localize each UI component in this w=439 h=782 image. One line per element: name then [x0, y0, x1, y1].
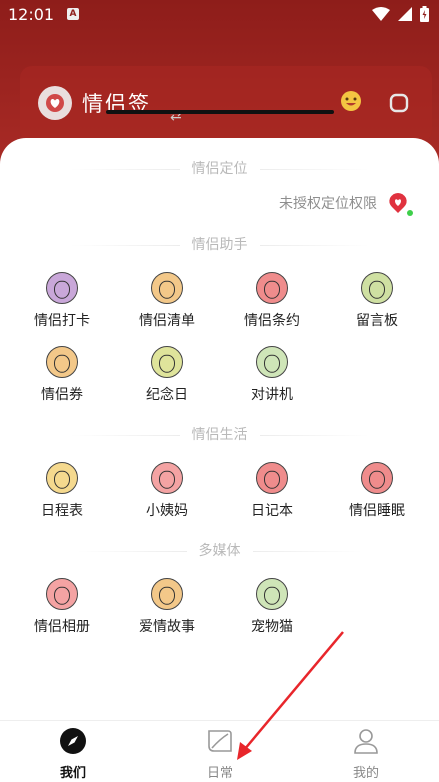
tile-label: 情侣条约: [244, 313, 300, 329]
tile-love-story[interactable]: 爱情故事: [117, 578, 217, 636]
pineapple-icon: [151, 578, 183, 610]
tile-sleep[interactable]: 情侣睡眠: [327, 462, 427, 520]
tile-label: 情侣打卡: [34, 313, 90, 329]
signal-icon: [398, 7, 412, 21]
tile-coupon[interactable]: 情侣券: [12, 346, 112, 404]
tomato-icon: [361, 462, 393, 494]
location-row[interactable]: 未授权定位权限: [279, 192, 413, 216]
emoji-icon[interactable]: [339, 89, 363, 113]
tile-label: 情侣睡眠: [349, 503, 405, 519]
section-title-life: 情侣生活: [0, 424, 439, 444]
app-logo: [38, 86, 72, 120]
watermelon-icon: [256, 578, 288, 610]
status-bar: 12:01 A: [0, 0, 439, 30]
status-icons: [372, 6, 429, 22]
section-title-location: 情侣定位: [0, 158, 439, 178]
tile-label: 爱情故事: [139, 619, 195, 635]
tile-treaty[interactable]: 情侣条约: [222, 272, 322, 330]
tile-period[interactable]: 小姨妈: [117, 462, 217, 520]
tile-label: 宠物猫: [251, 619, 293, 635]
tomato-icon: [256, 272, 288, 304]
pear-icon: [361, 272, 393, 304]
cabbage-icon: [256, 346, 288, 378]
nav-label: 我的: [352, 766, 379, 781]
tile-label: 纪念日: [146, 387, 188, 403]
lemon-icon: [151, 346, 183, 378]
nav-item-us[interactable]: 我们: [23, 727, 123, 781]
carrot-icon: [46, 462, 78, 494]
tile-label: 情侣券: [41, 387, 83, 403]
user-icon: [354, 729, 378, 754]
tile-label: 日记本: [251, 503, 293, 519]
tile-label: 情侣相册: [34, 619, 90, 635]
strawberry-icon: [46, 578, 78, 610]
apple-icon: [256, 462, 288, 494]
tile-message-board[interactable]: 留言板: [327, 272, 427, 330]
compass-icon: [60, 728, 86, 754]
location-icon: [387, 192, 413, 216]
nav-label: 日常: [206, 766, 233, 781]
nav-label: 我们: [59, 766, 86, 781]
mushroom-icon: [46, 346, 78, 378]
heart-logo-icon: [46, 94, 64, 112]
tile-label: 留言板: [356, 313, 398, 329]
battery-icon: [420, 6, 429, 22]
tile-list[interactable]: 情侣清单: [117, 272, 217, 330]
peach-icon: [151, 462, 183, 494]
notification-icon: A: [67, 8, 79, 20]
title-underline: [106, 110, 334, 114]
orange-icon: [151, 272, 183, 304]
tile-label: 日程表: [41, 503, 83, 519]
status-time: 12:01: [8, 5, 55, 24]
tile-schedule[interactable]: 日程表: [12, 462, 112, 520]
tile-label: 对讲机: [251, 387, 293, 403]
tile-album[interactable]: 情侣相册: [12, 578, 112, 636]
tile-diary[interactable]: 日记本: [222, 462, 322, 520]
nav-item-daily[interactable]: 日常: [170, 727, 270, 781]
leaf-icon: [208, 730, 232, 752]
tile-walkie-talkie[interactable]: 对讲机: [222, 346, 322, 404]
section-title-assistant: 情侣助手: [0, 234, 439, 254]
online-dot: [407, 210, 413, 216]
tile-label: 小姨妈: [146, 503, 188, 519]
tile-anniversary[interactable]: 纪念日: [117, 346, 217, 404]
tile-checkin[interactable]: 情侣打卡: [12, 272, 112, 330]
eggplant-icon: [46, 272, 78, 304]
bottom-nav: 我们 日常 我的: [0, 720, 439, 782]
section-title-media: 多媒体: [0, 540, 439, 560]
nav-item-mine[interactable]: 我的: [316, 727, 416, 781]
tile-label: 情侣清单: [139, 313, 195, 329]
location-status-text: 未授权定位权限: [279, 196, 377, 212]
tile-pet-cat[interactable]: 宠物猫: [222, 578, 322, 636]
wifi-icon: [372, 7, 390, 21]
settings-icon[interactable]: [389, 93, 409, 113]
